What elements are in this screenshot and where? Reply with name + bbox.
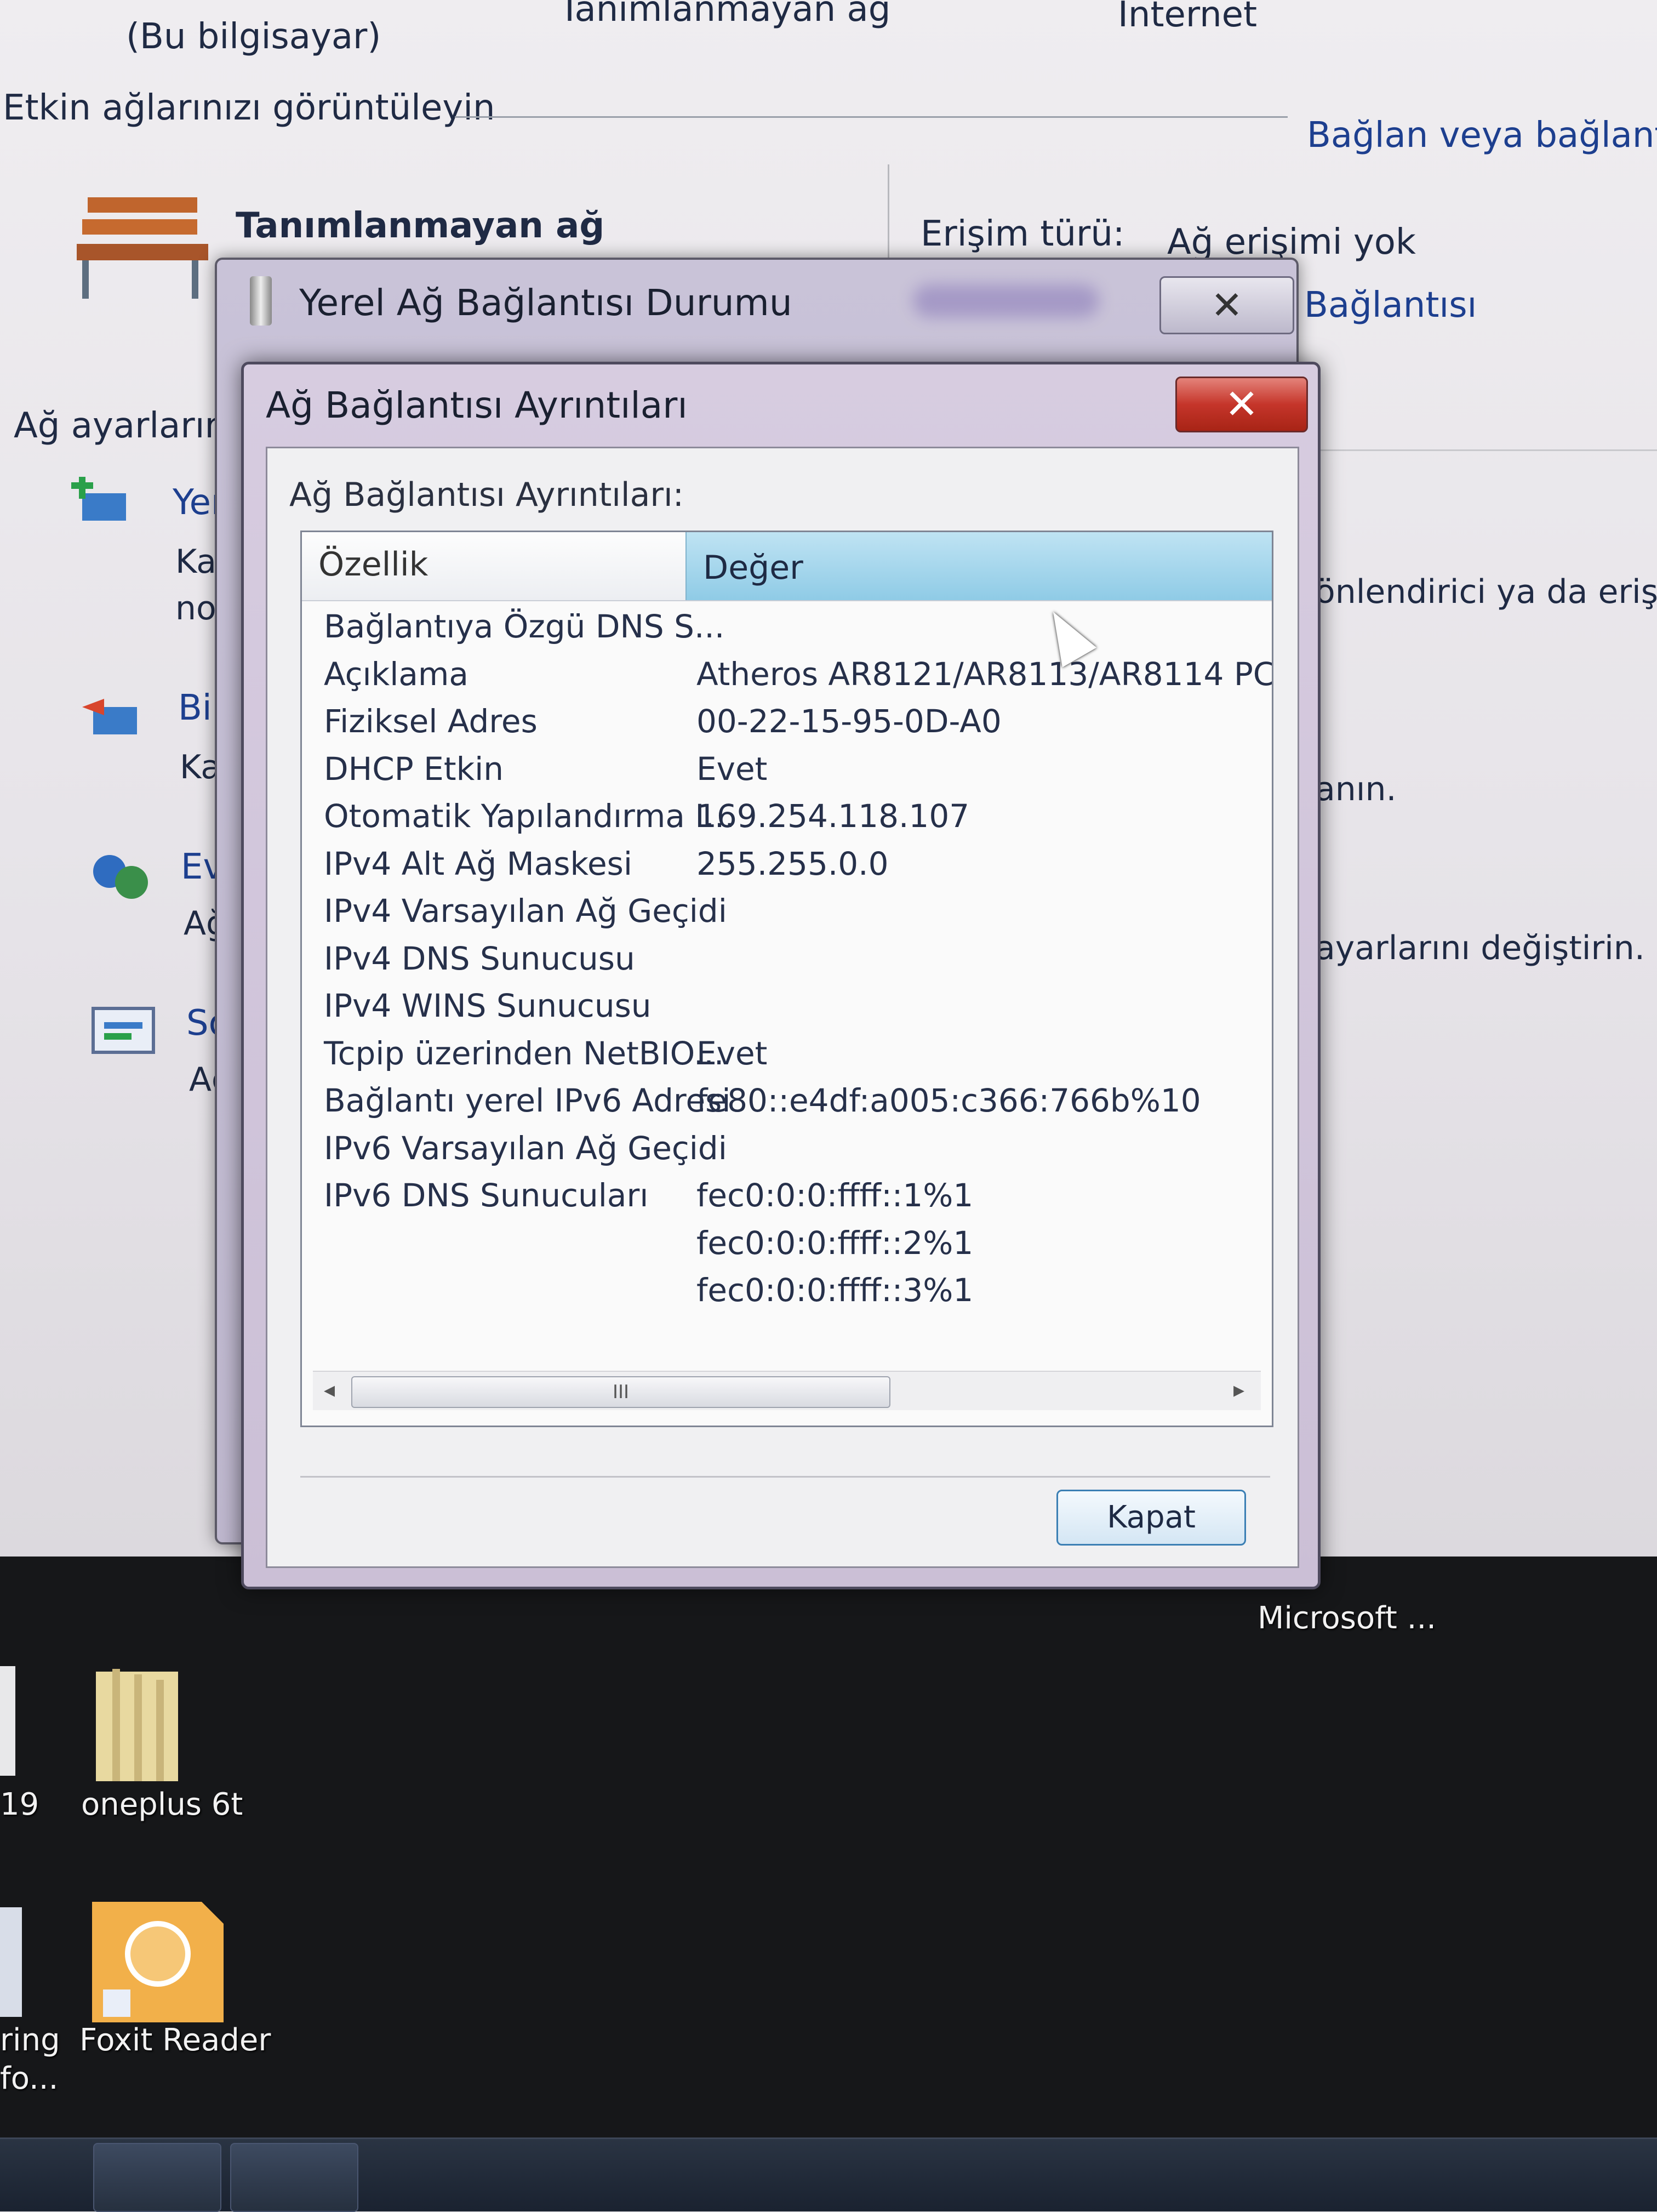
scroll-thumb[interactable]: III: [351, 1376, 890, 1408]
row-property: Açıklama: [324, 655, 468, 693]
row-value: 169.254.118.107: [696, 797, 970, 835]
network-name: Tanımlanmayan ağ: [236, 206, 605, 246]
microsoft-shortcut-label[interactable]: Microsoft ...: [1258, 1600, 1436, 1636]
row-property: Bağlantı yerel IPv6 Adresi: [324, 1082, 731, 1119]
active-networks-heading: Etkin ağlarınızı görüntüleyin: [3, 88, 495, 128]
connect-network-icon: [82, 699, 137, 734]
partial-shortcut-icon-2[interactable]: [0, 1907, 22, 2017]
taskbar-network-button[interactable]: [230, 2143, 358, 2212]
row-value: fe80::e4df:a005:c366:766b%10: [696, 1082, 1201, 1119]
homegroup-icon: [93, 855, 148, 899]
blurred-region: [913, 284, 1099, 317]
list-header: Özellik Değer: [302, 532, 1272, 601]
computer-subtitle: (Bu bilgisayar): [126, 16, 381, 57]
table-row[interactable]: IPv4 Alt Ağ Maskesi 255.255.0.0: [302, 840, 1272, 888]
row-property: Fiziksel Adres: [324, 703, 538, 740]
settings-divider: [1310, 449, 1657, 451]
row-property: IPv4 DNS Sunucusu: [324, 939, 635, 977]
status-window-title: Yerel Ağ Bağlantısı Durumu: [299, 282, 792, 324]
row-value: 00-22-15-95-0D-A0: [696, 703, 1002, 740]
row-property: IPv4 Alt Ağ Maskesi: [324, 845, 632, 882]
connect-or-disconnect-link[interactable]: Bağlan veya bağlantıyı: [1307, 115, 1657, 156]
table-row[interactable]: Tcpip üzerinden NetBIO... Evet: [302, 1029, 1272, 1078]
row-property: Otomatik Yapılandırma I...: [324, 797, 735, 835]
table-row[interactable]: Bağlantı yerel IPv6 Adresi fe80::e4df:a00…: [302, 1076, 1272, 1125]
scroll-left-arrow-icon[interactable]: ◂: [318, 1377, 340, 1405]
heading-divider: [455, 116, 1288, 118]
router-text: önlendirici ya da erişim: [1315, 573, 1657, 611]
table-row[interactable]: fec0:0:0:ffff::2%1: [302, 1219, 1272, 1267]
bench-icon: [77, 197, 208, 299]
desktop: Microsoft ... 19 oneplus 6t Foxit Reader…: [0, 1557, 1657, 2137]
troubleshoot-icon: [92, 1007, 155, 1054]
row-property: IPv4 WINS Sunucusu: [324, 987, 652, 1024]
row-property: Tcpip üzerinden NetBIO...: [324, 1034, 724, 1072]
column-header-property[interactable]: Özellik: [318, 545, 428, 584]
access-type-value: Ağ erişimi yok: [1167, 222, 1416, 263]
column-header-value-label: Değer: [703, 549, 803, 587]
change-settings-text: ayarlarını değiştirin.: [1315, 929, 1645, 967]
row-value: 255.255.0.0: [696, 845, 889, 882]
folder-icon[interactable]: [90, 1666, 184, 1787]
taskbar-toolbox-button[interactable]: [93, 2143, 221, 2212]
row-value: fec0:0:0:ffff::2%1: [696, 1224, 974, 1262]
button-separator: [300, 1476, 1270, 1478]
close-button[interactable]: Kapat: [1056, 1490, 1246, 1546]
table-row[interactable]: IPv6 DNS Sunucuları fec0:0:0:ffff::1%1: [302, 1171, 1272, 1219]
partial-label-19: 19: [0, 1787, 39, 1822]
partial-shortcut-icon[interactable]: [0, 1666, 15, 1776]
column-header-value[interactable]: Değer: [685, 532, 1272, 600]
connections-link[interactable]: Bağlantısı: [1304, 285, 1477, 326]
foxit-reader-icon[interactable]: [92, 1902, 224, 2022]
table-row[interactable]: IPv4 WINS Sunucusu: [302, 982, 1272, 1030]
row-property: Bağlantıya Özgü DNS S...: [324, 608, 725, 645]
table-row[interactable]: fec0:0:0:ffff::3%1: [302, 1266, 1272, 1314]
row-property: IPv4 Varsayılan Ağ Geçidi: [324, 892, 727, 930]
right-text-2: anın.: [1315, 770, 1397, 808]
table-row[interactable]: Fiziksel Adres 00-22-15-95-0D-A0: [302, 697, 1272, 745]
network-connection-details-dialog: Ağ Bağlantısı Ayrıntıları ✕ Ağ Bağlantıs…: [241, 362, 1321, 1589]
row-value: Evet: [696, 750, 768, 788]
row-value: fec0:0:0:ffff::3%1: [696, 1272, 974, 1309]
table-row[interactable]: IPv4 DNS Sunucusu: [302, 934, 1272, 983]
row-value: Atheros AR8121/AR8113/AR8114 PCI-E: [696, 655, 1273, 693]
details-list-view[interactable]: Özellik Değer Bağlantıya Özgü DNS S... Aç…: [300, 531, 1273, 1427]
row-property: IPv6 DNS Sunucuları: [324, 1177, 649, 1214]
row-value: Evet: [696, 1034, 768, 1072]
scroll-right-arrow-icon[interactable]: ▸: [1228, 1377, 1250, 1405]
details-close-button[interactable]: ✕: [1175, 377, 1308, 432]
access-type-label: Erişim türü:: [921, 214, 1125, 254]
details-dialog-title: Ağ Bağlantısı Ayrıntıları: [266, 384, 688, 426]
row-property: DHCP Etkin: [324, 750, 504, 788]
table-row[interactable]: DHCP Etkin Evet: [302, 745, 1272, 793]
status-close-button[interactable]: ✕: [1159, 276, 1294, 334]
partial-label-ring: ring: [0, 2022, 60, 2058]
details-list-label: Ağ Bağlantısı Ayrıntıları:: [289, 476, 684, 514]
top-network-partial: Tanımlanmayan ağ: [559, 0, 891, 30]
table-row[interactable]: Açıklama Atheros AR8121/AR8113/AR8114 PCI…: [302, 650, 1272, 698]
partial-label-fo: fo...: [0, 2061, 59, 2096]
row-value: fec0:0:0:ffff::1%1: [696, 1177, 974, 1214]
horizontal-scrollbar[interactable]: ◂ III ▸: [313, 1371, 1261, 1410]
table-row[interactable]: Bağlantıya Özgü DNS S...: [302, 602, 1272, 651]
folder-label: oneplus 6t: [81, 1787, 243, 1822]
details-body: Ağ Bağlantısı Ayrıntıları: Özellik Değer…: [266, 447, 1299, 1568]
network-cable-icon: [250, 276, 272, 326]
foxit-reader-label: Foxit Reader: [79, 2022, 271, 2058]
row-property: IPv6 Varsayılan Ağ Geçidi: [324, 1129, 727, 1167]
new-connection-icon: [71, 477, 126, 521]
table-row[interactable]: IPv4 Varsayılan Ağ Geçidi: [302, 887, 1272, 935]
table-row[interactable]: Otomatik Yapılandırma I... 169.254.118.10…: [302, 792, 1272, 840]
internet-label: Internet: [1118, 0, 1258, 35]
table-row[interactable]: IPv6 Varsayılan Ağ Geçidi: [302, 1124, 1272, 1172]
